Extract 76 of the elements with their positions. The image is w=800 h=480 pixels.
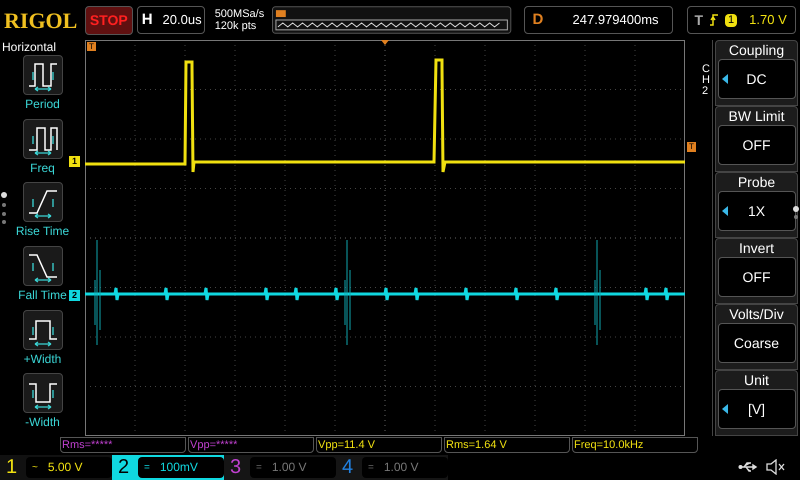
softkey-panel[interactable]: BW Limit OFF [715,106,798,172]
softkey-panel[interactable]: Coupling DC [715,40,798,106]
trigger-level-marker: T [687,142,696,152]
channel-tab[interactable]: 3 = 1.00 V [224,454,336,480]
memory-depth: 120k pts [214,20,258,32]
menu-title: Horizontal [1,40,56,54]
measurement-label: Freq [30,160,55,177]
channel-number: 4 [342,455,354,480]
trigger-display[interactable]: T 1 1.70 V [687,6,796,34]
softkey-panel[interactable]: Volts/Div Coarse [715,304,798,370]
measurement-button[interactable] [22,310,62,350]
usb-icon [738,461,758,473]
channel-marker: 1 [69,156,80,167]
page-indicator [793,206,799,220]
softkey-panel[interactable]: Unit [V] [715,370,798,436]
timebase-value: 20.0us [162,11,202,30]
channel-number: 2 [118,455,130,480]
channel-scale: 1.00 V [384,459,419,476]
timebase-label: H [142,10,153,30]
measurement-readout: Rms=***** [60,437,186,453]
channel-scale: 100mV [160,459,198,476]
measurement-button[interactable] [22,246,62,286]
softkey-title: Probe [738,173,776,191]
softkey-value: [V] [746,400,766,419]
softkey-title: Invert [738,239,774,257]
measurement-readout: Rms=1.64 V [444,437,570,453]
coupling-symbol: = [368,460,374,474]
delay-label: D [532,10,544,30]
trigger-marker: T [87,42,96,51]
softkey-title: Volts/Div [729,305,784,323]
sample-rate: 500MSa/s [214,8,264,20]
page-indicator [1,192,7,224]
brand-logo: RIGOL [4,6,78,34]
softkey-value: 1X [746,202,766,220]
measurement-button[interactable] [22,55,62,95]
coupling-symbol: = [256,460,262,474]
coupling-symbol: ~ [32,460,38,474]
timebase-display[interactable]: H 20.0us [136,6,205,34]
measurement-readout: Vpp=11.4 V [316,437,442,453]
measurement-button[interactable] [22,118,62,159]
softkey-title: BW Limit [728,107,784,125]
delay-value: 247.979400ms [572,11,659,30]
channel-marker: 2 [69,290,80,301]
trigger-position-icon [381,40,389,45]
trigger-label: T [694,10,704,30]
measurement-label: -Width [25,414,60,432]
softkey-panel[interactable]: Invert OFF [715,238,798,304]
measurement-button[interactable] [22,182,62,222]
softkey-title: Unit [744,371,769,389]
trigger-level: 1.70 V [749,11,787,30]
delay-display[interactable]: D 247.979400ms [524,6,674,34]
measurement-label: Period [25,96,60,113]
channel-scale: 1.00 V [272,459,307,476]
coupling-symbol: = [144,460,150,474]
softkey-value: OFF [742,268,772,286]
channel-number: 3 [230,455,242,480]
measurement-label: Fall Time [18,287,67,304]
channel-tab[interactable]: 1 ~ 5.00 V [0,454,112,480]
channel-scale: 5.00 V [48,459,83,476]
softkey-value: OFF [742,136,772,154]
measurement-label: Rise Time [16,223,70,240]
channel-tab[interactable]: 4 = 1.00 V [336,454,448,480]
channel-label: CH2 [701,62,711,99]
channel-tab[interactable]: 2 = 100mV [112,454,224,480]
measurement-readout: Vpp=***** [188,437,314,453]
trigger-source: 1 [725,14,738,26]
speaker-muted-icon [766,459,786,475]
rising-edge-icon [709,13,720,27]
softkey-value: Coarse [732,334,780,352]
measurement-label: +Width [24,350,62,368]
softkey-title: Coupling [728,41,784,59]
measurement-button[interactable] [22,373,62,414]
softkey-value: DC [745,70,768,88]
channel-number: 1 [6,455,18,480]
softkey-panel[interactable]: Probe 1X [715,172,798,238]
measurement-readout: Freq=10.0kHz [572,437,698,453]
